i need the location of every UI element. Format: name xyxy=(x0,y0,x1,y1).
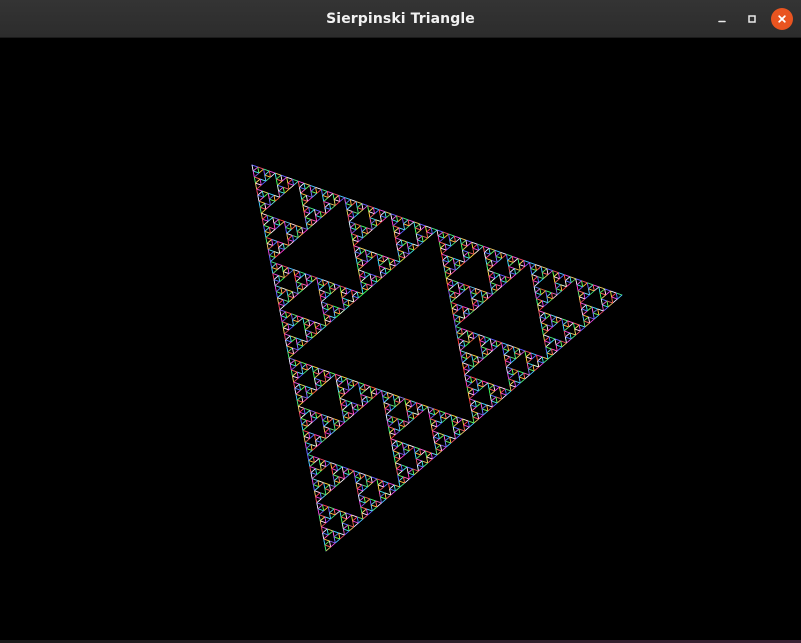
sierpinski-triangle-drawing xyxy=(251,164,623,552)
maximize-icon xyxy=(747,14,757,24)
minimize-button[interactable] xyxy=(711,8,733,30)
close-button[interactable] xyxy=(771,8,793,30)
close-icon xyxy=(777,14,787,24)
title-bar[interactable]: Sierpinski Triangle xyxy=(0,0,801,38)
drawing-canvas[interactable] xyxy=(0,38,801,640)
sierpinski-segments xyxy=(251,164,623,552)
window-title: Sierpinski Triangle xyxy=(326,11,475,27)
app-window: Sierpinski Triangle xyxy=(0,0,801,643)
minimize-icon xyxy=(717,14,727,24)
maximize-button[interactable] xyxy=(741,8,763,30)
window-controls xyxy=(711,8,793,30)
